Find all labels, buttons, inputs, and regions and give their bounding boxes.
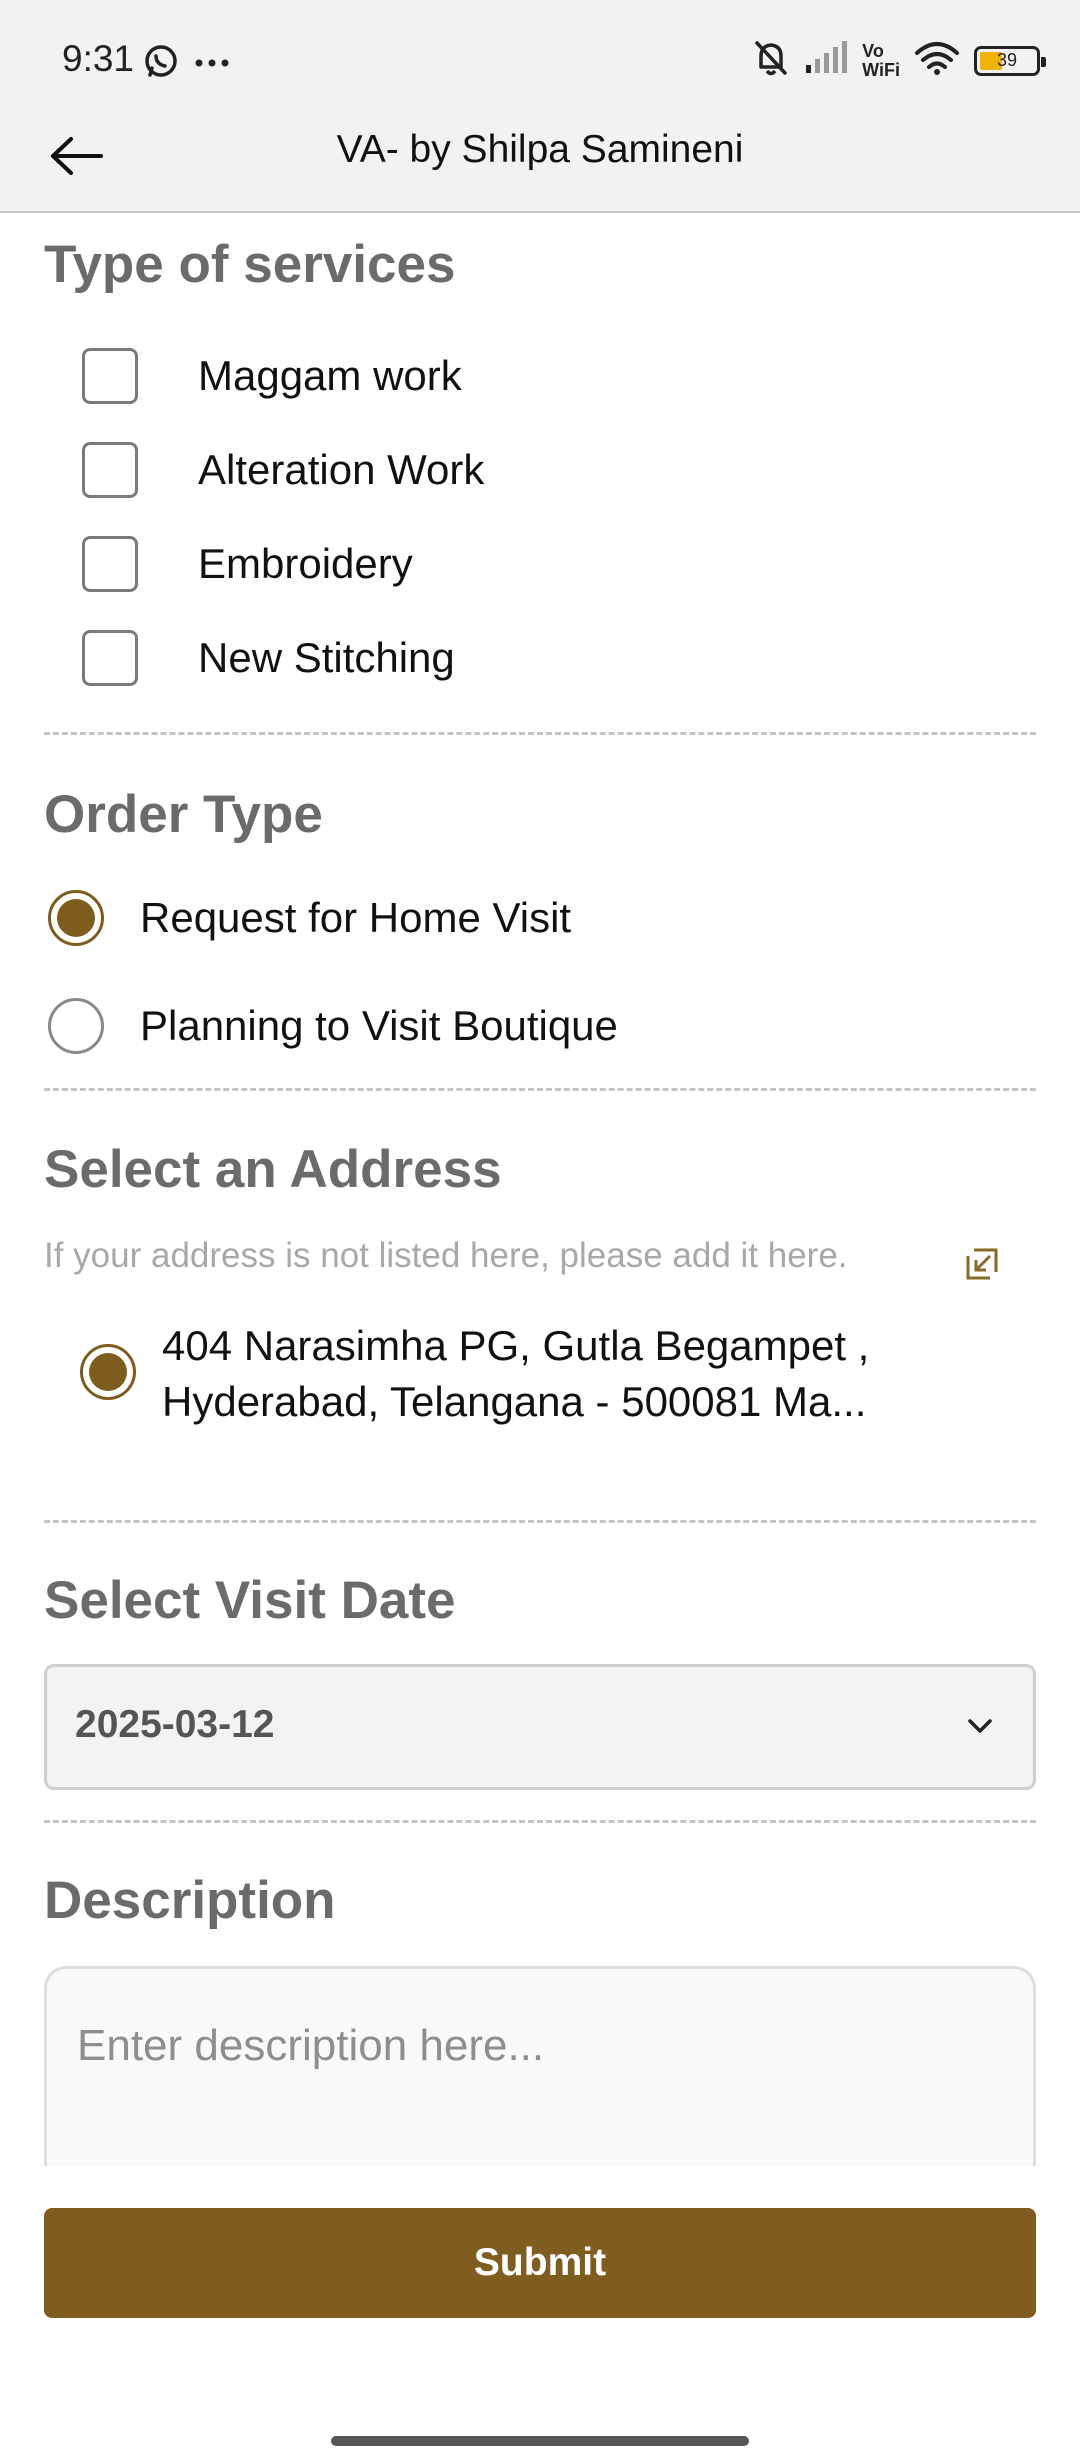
vowifi-top: Vo (862, 40, 884, 61)
open-external-icon[interactable] (964, 1246, 1000, 1282)
description-title: Description (44, 1871, 336, 1930)
order-type-label: Request for Home Visit (140, 894, 572, 941)
section-divider (44, 1088, 1036, 1091)
checkbox[interactable] (82, 442, 138, 498)
radio-button[interactable] (48, 998, 104, 1054)
services-title: Type of services (44, 235, 456, 294)
address-hint[interactable]: If your address is not listed here, plea… (44, 1236, 848, 1276)
wifi-icon (914, 41, 960, 80)
checkbox[interactable] (82, 630, 138, 686)
radio-dot (57, 899, 95, 937)
home-indicator[interactable] (331, 2436, 749, 2446)
description-input[interactable]: Enter description here... (44, 1966, 1036, 2166)
radio-button[interactable] (48, 890, 104, 946)
radio-dot (89, 1353, 127, 1391)
section-divider (44, 732, 1036, 735)
address-title: Select an Address (44, 1140, 502, 1199)
vowifi-bottom: WiFi (862, 59, 900, 80)
submit-button[interactable]: Submit (44, 2208, 1036, 2318)
service-option-label: New Stitching (198, 634, 455, 681)
service-option-label: Maggam work (198, 352, 462, 399)
visit-date-value: 2025-03-12 (75, 1703, 275, 1746)
address-option[interactable]: 404 Narasimha PG, Gutla Begampet , Hyder… (162, 1318, 1022, 1430)
address-radio[interactable] (80, 1344, 136, 1400)
order-type-label: Planning to Visit Boutique (140, 1002, 618, 1049)
section-divider (44, 1520, 1036, 1523)
order-type-title: Order Type (44, 785, 323, 844)
order-type-visit-boutique[interactable]: Planning to Visit Boutique (48, 997, 618, 1055)
status-left-icons (142, 42, 230, 85)
description-placeholder: Enter description here... (77, 2021, 545, 2070)
bell-off-icon (752, 38, 790, 83)
section-divider (44, 1820, 1036, 1823)
status-time: 9:31 (62, 38, 135, 79)
visit-date-select[interactable]: 2025-03-12 (44, 1664, 1036, 1790)
app-title: VA- by Shilpa Samineni (336, 128, 744, 171)
submit-label: Submit (473, 2241, 607, 2284)
checkbox[interactable] (82, 348, 138, 404)
service-option-embroidery[interactable]: Embroidery (82, 536, 413, 592)
signal-icon (804, 41, 848, 80)
service-option-label: Embroidery (198, 540, 413, 587)
service-option-label: Alteration Work (198, 446, 485, 493)
battery-icon: 39 (974, 45, 1046, 76)
battery-level: 39 (996, 50, 1018, 70)
checkbox[interactable] (82, 536, 138, 592)
address-line-2: Hyderabad, Telangana - 500081 Ma... (162, 1378, 867, 1425)
service-option-new-stitching[interactable]: New Stitching (82, 630, 455, 686)
whatsapp-icon (142, 42, 180, 85)
address-line-1: 404 Narasimha PG, Gutla Begampet , (162, 1322, 870, 1369)
order-type-home-visit[interactable]: Request for Home Visit (48, 889, 571, 947)
visit-date-title: Select Visit Date (44, 1571, 456, 1630)
service-option-alteration[interactable]: Alteration Work (82, 442, 484, 498)
screen: 9:31 Vo WiFi 39 VA- by Shilpa Samineni T… (0, 0, 1080, 2460)
chevron-down-icon (968, 1719, 992, 1733)
top-bar: 9:31 Vo WiFi 39 VA- by Shilpa Samineni (0, 0, 1080, 213)
status-right-icons: Vo WiFi 39 (752, 38, 1046, 83)
vowifi-icon: Vo WiFi (862, 40, 900, 80)
battery-nub (1041, 56, 1046, 67)
service-option-maggam[interactable]: Maggam work (82, 348, 462, 404)
more-dots-icon (194, 55, 230, 73)
